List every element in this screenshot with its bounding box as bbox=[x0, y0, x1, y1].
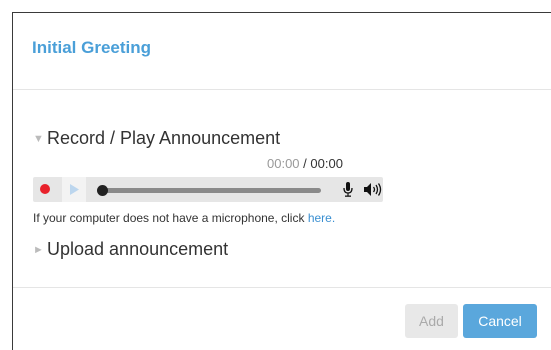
add-button[interactable]: Add bbox=[405, 304, 458, 338]
time-total: 00:00 bbox=[310, 156, 343, 171]
time-separator: / bbox=[299, 156, 311, 171]
microphone-icon[interactable] bbox=[343, 182, 353, 197]
cancel-button[interactable]: Cancel bbox=[463, 304, 537, 338]
volume-icon[interactable] bbox=[364, 182, 382, 197]
record-section-toggle[interactable]: ▼ Record / Play Announcement bbox=[33, 128, 280, 149]
record-section-label: Record / Play Announcement bbox=[47, 128, 281, 148]
progress-knob[interactable] bbox=[97, 185, 108, 196]
dialog-footer: Add Cancel bbox=[13, 288, 551, 349]
initial-greeting-dialog: Initial Greeting ▼ Record / Play Announc… bbox=[12, 12, 551, 350]
time-current: 00:00 bbox=[267, 156, 300, 171]
audio-player bbox=[33, 177, 383, 202]
upload-section-toggle[interactable]: ► Upload announcement bbox=[33, 239, 228, 260]
dialog-header: Initial Greeting bbox=[13, 13, 551, 90]
caret-down-icon: ▼ bbox=[33, 132, 44, 145]
dialog-body: ▼ Record / Play Announcement 00:00 / 00:… bbox=[13, 90, 551, 288]
caret-right-icon: ► bbox=[33, 243, 44, 256]
upload-section-label: Upload announcement bbox=[47, 239, 229, 259]
progress-track[interactable] bbox=[97, 185, 321, 196]
microphone-note-text: If your computer does not have a microph… bbox=[33, 211, 308, 225]
microphone-here-link[interactable]: here. bbox=[308, 211, 335, 225]
record-dot-icon[interactable] bbox=[40, 184, 50, 194]
play-icon bbox=[70, 184, 79, 195]
time-display: 00:00 / 00:00 bbox=[267, 156, 343, 171]
microphone-note: If your computer does not have a microph… bbox=[33, 211, 335, 225]
play-button[interactable] bbox=[62, 177, 86, 202]
dialog-title: Initial Greeting bbox=[32, 38, 152, 57]
